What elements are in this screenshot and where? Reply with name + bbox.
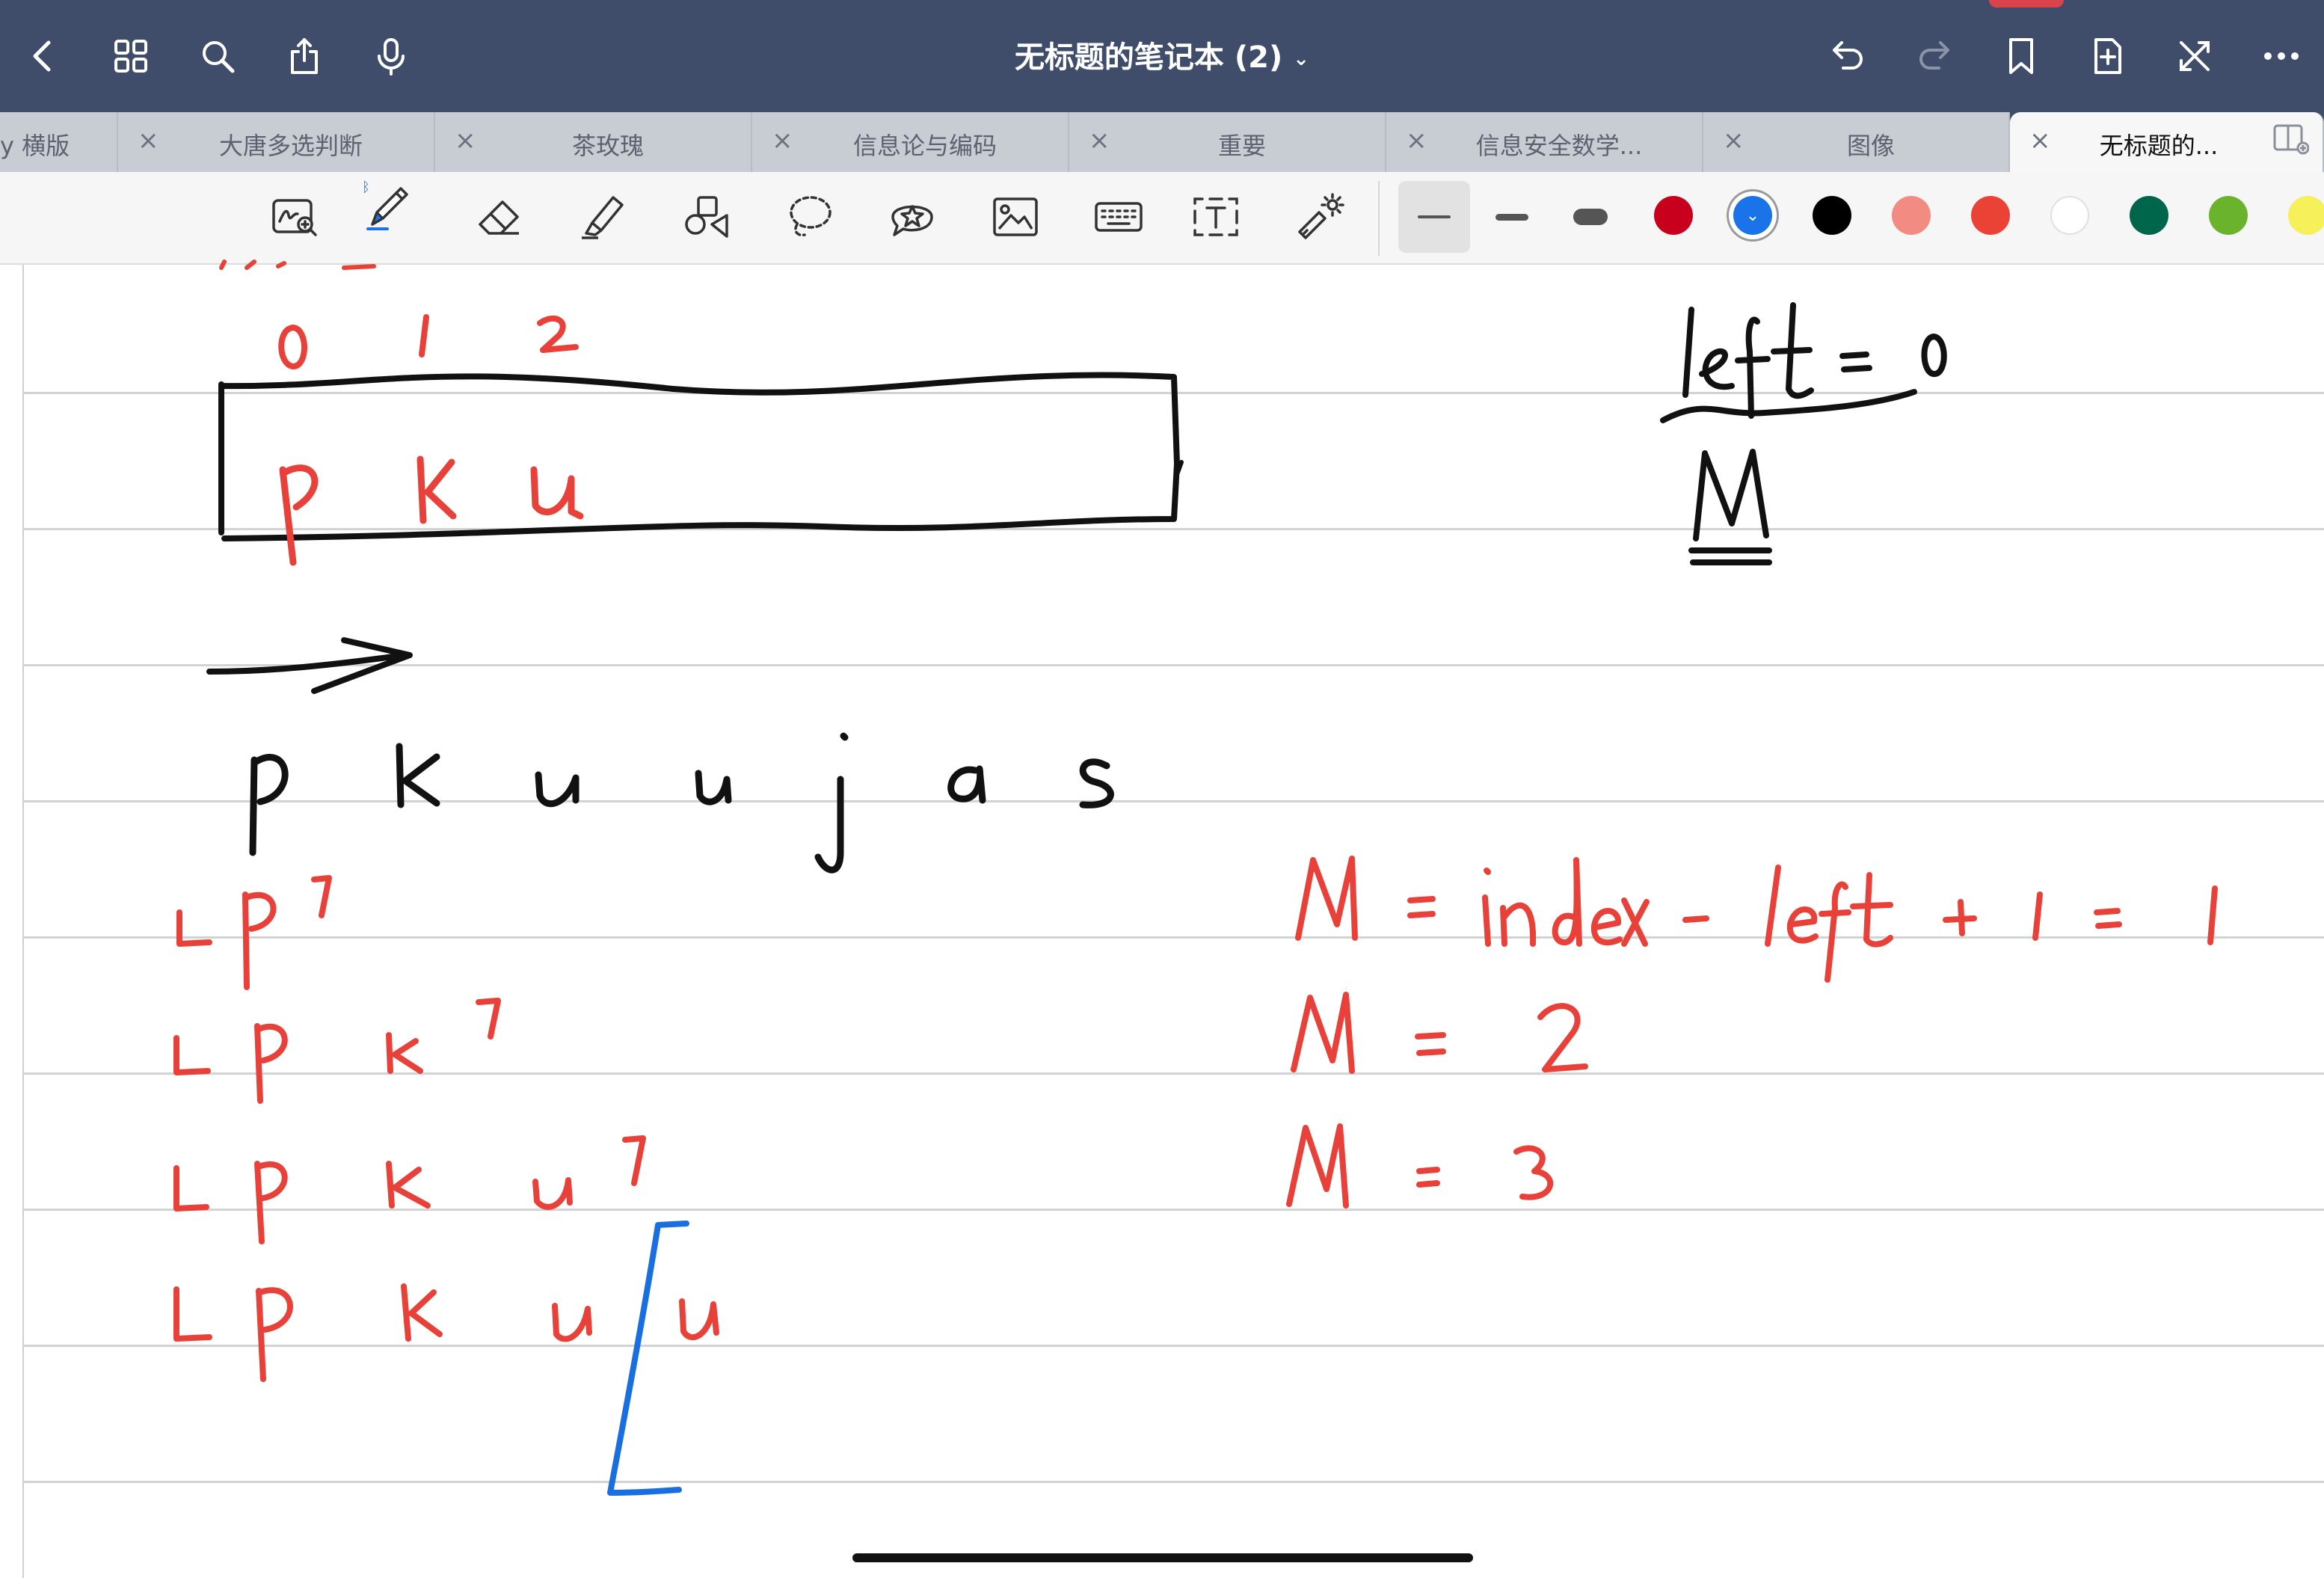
handwriting-ink <box>173 260 2218 1496</box>
index-labels <box>278 314 579 369</box>
length-formulas <box>1286 856 2218 1209</box>
window-letters <box>279 455 584 566</box>
input-string <box>249 732 1114 874</box>
home-indicator[interactable] <box>852 1553 1473 1562</box>
left-variable <box>1660 302 1947 565</box>
window-steps <box>173 875 719 1382</box>
blue-bracket <box>607 1221 689 1496</box>
